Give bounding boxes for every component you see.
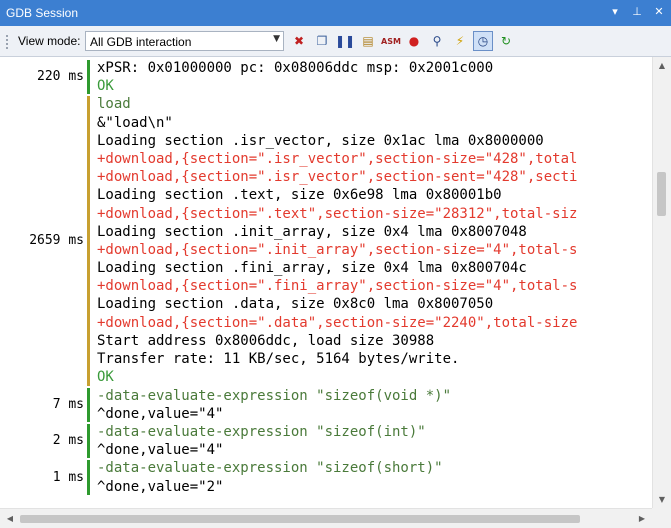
- entry-duration-bar: [87, 96, 90, 386]
- log-line: -data-evaluate-expression "sizeof(int)": [97, 424, 426, 440]
- log-entry: 7 ms -data-evaluate-expression "sizeof(vo…: [0, 387, 652, 423]
- toolbar-grip[interactable]: [6, 35, 11, 49]
- entry-timing: 2659 ms: [29, 232, 84, 248]
- log-line: OK: [97, 78, 114, 95]
- log-line: &"load\n": [97, 114, 173, 131]
- log-entry: 220 ms xPSR: 0x01000000 pc: 0x08006ddc ms…: [0, 59, 652, 95]
- log-line: load: [97, 96, 131, 113]
- log-line: -data-evaluate-expression "sizeof(short)…: [97, 460, 443, 477]
- refresh-icon[interactable]: ↻: [496, 31, 516, 51]
- log-line: xPSR: 0x01000000 pc: 0x08006ddc msp: 0x2…: [97, 60, 494, 76]
- window-title: GDB Session: [6, 6, 79, 20]
- scroll-up-icon[interactable]: ▲: [653, 57, 671, 74]
- copy-icon[interactable]: ❐: [312, 31, 332, 51]
- scroll-down-icon[interactable]: ▼: [653, 491, 671, 508]
- log-line: Transfer rate: 11 KB/sec, 5164 bytes/wri…: [97, 351, 460, 368]
- log-line: Loading section .isr_vector, size 0x1ac …: [97, 132, 544, 149]
- horizontal-scroll-thumb[interactable]: [20, 515, 580, 523]
- log-line: Loading section .data, size 0x8c0 lma 0x…: [97, 296, 494, 313]
- entry-duration-bar: [87, 424, 90, 459]
- log-line: ^done,value="2": [97, 478, 224, 495]
- log-line: Start address 0x8006ddc, load size 30988: [97, 332, 435, 349]
- entry-duration-bar: [87, 60, 90, 95]
- log-entry: 2 ms -data-evaluate-expression "sizeof(in…: [0, 423, 652, 459]
- log-line: ^done,value="4": [97, 442, 224, 459]
- title-controls: ▾ ⊥ ✕: [607, 4, 667, 20]
- log-line: +download,{section=".fini_array",section…: [97, 278, 578, 295]
- scroll-right-icon[interactable]: ▶: [634, 510, 650, 528]
- gdb-log[interactable]: 220 ms xPSR: 0x01000000 pc: 0x08006ddc ms…: [0, 57, 652, 508]
- entry-duration-bar: [87, 460, 90, 495]
- scroll-corner: [652, 508, 671, 528]
- log-line: Loading section .init_array, size 0x4 lm…: [97, 223, 527, 240]
- stop-icon[interactable]: ●: [404, 31, 424, 51]
- view-mode-select[interactable]: All GDB interaction ▼: [85, 31, 284, 51]
- log-line: +download,{section=".isr_vector",section…: [97, 150, 578, 167]
- log-line: +download,{section=".text",section-size=…: [97, 205, 578, 222]
- log-line: -data-evaluate-expression "sizeof(void *…: [97, 387, 452, 404]
- toolbar-icons: ✖ ❐ ❚❚ ▤ ASM ● ⚲ ⚡ ◷ ↻: [289, 31, 516, 51]
- pin-icon[interactable]: ⊥: [629, 4, 645, 20]
- asm-icon[interactable]: ASM: [381, 31, 401, 51]
- entry-timing: 7 ms: [52, 396, 84, 412]
- title-bar: GDB Session ▾ ⊥ ✕: [0, 0, 671, 26]
- entry-timing: 2 ms: [52, 433, 84, 449]
- close-icon[interactable]: ✕: [651, 4, 667, 20]
- view-mode-value: All GDB interaction: [90, 35, 192, 49]
- log-line: ^done,value="4": [97, 405, 224, 422]
- entry-timing: 220 ms: [37, 69, 84, 85]
- paste-icon[interactable]: ▤: [358, 31, 378, 51]
- search-icon[interactable]: ⚲: [427, 31, 447, 51]
- log-line: OK: [97, 369, 114, 386]
- pause-icon[interactable]: ❚❚: [335, 31, 355, 51]
- window-menu-dropdown-icon[interactable]: ▾: [607, 4, 623, 20]
- log-line: Loading section .fini_array, size 0x4 lm…: [97, 260, 527, 277]
- clear-icon[interactable]: ✖: [289, 31, 309, 51]
- log-line: +download,{section=".data",section-size=…: [97, 314, 578, 331]
- toolbar: View mode: All GDB interaction ▼ ✖ ❐ ❚❚ ▤ AS…: [0, 26, 671, 57]
- timer-icon[interactable]: ◷: [473, 31, 493, 51]
- log-line: +download,{section=".init_array",section…: [97, 241, 578, 258]
- entry-timing: 1 ms: [52, 469, 84, 485]
- view-mode-label: View mode:: [18, 34, 81, 48]
- entry-duration-bar: [87, 387, 90, 422]
- log-entry: 2659 ms load &"load\n" Loading section .isr…: [0, 95, 652, 386]
- scroll-left-icon[interactable]: ◀: [2, 510, 18, 528]
- log-line: Loading section .text, size 0x6e98 lma 0…: [97, 187, 502, 204]
- vertical-scrollbar[interactable]: ▲ ▼: [652, 57, 671, 508]
- log-line: +download,{section=".isr_vector",section…: [97, 169, 578, 186]
- lightning-icon[interactable]: ⚡: [450, 31, 470, 51]
- horizontal-scrollbar[interactable]: ◀ ▶: [0, 508, 652, 528]
- log-entry: 1 ms -data-evaluate-expression "sizeof(sh…: [0, 459, 652, 495]
- chevron-down-icon[interactable]: ▼: [273, 34, 280, 44]
- vertical-scroll-thumb[interactable]: [657, 172, 666, 216]
